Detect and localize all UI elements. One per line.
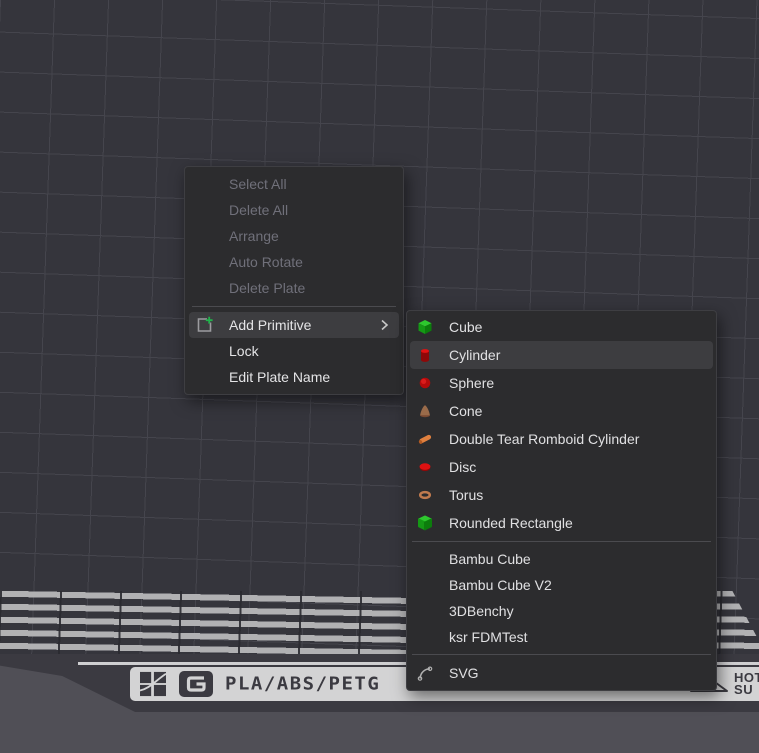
- hot-surface-warning-text: HOT SU: [734, 672, 759, 696]
- submenu-item-bambu-cube[interactable]: Bambu Cube: [407, 546, 716, 572]
- menu-item-add-primitive[interactable]: Add Primitive: [189, 312, 399, 338]
- slicer-3d-viewport[interactable]: PLA/ABS/PETG HOT SU Select All Delete Al…: [0, 0, 759, 753]
- svg-bezier-icon: [417, 665, 433, 681]
- icon-spacer: [417, 577, 433, 593]
- menu-separator: [192, 306, 396, 307]
- plate-material-label: PLA/ABS/PETG: [225, 674, 380, 694]
- submenu-item-cube[interactable]: Cube: [407, 313, 716, 341]
- plate-logo-pinwheel-icon: [139, 671, 167, 697]
- submenu-item-svg[interactable]: SVG: [407, 659, 716, 687]
- menu-item-arrange: Arrange: [185, 223, 403, 249]
- menu-item-delete-plate: Delete Plate: [185, 275, 403, 301]
- plate-context-menu: Select All Delete All Arrange Auto Rotat…: [184, 166, 404, 395]
- cylinder-icon: [417, 347, 433, 363]
- chevron-right-icon: [377, 318, 391, 332]
- cube-icon: [417, 319, 433, 335]
- torus-icon: [417, 487, 433, 503]
- submenu-item-bambu-cube-v2[interactable]: Bambu Cube V2: [407, 572, 716, 598]
- submenu-item-ksr-fdmtest[interactable]: ksr FDMTest: [407, 624, 716, 650]
- icon-spacer: [417, 551, 433, 567]
- submenu-item-3dbenchy[interactable]: 3DBenchy: [407, 598, 716, 624]
- icon-spacer: [417, 629, 433, 645]
- icon-spacer: [417, 603, 433, 619]
- menu-item-auto-rotate: Auto Rotate: [185, 249, 403, 275]
- submenu-separator: [412, 654, 711, 655]
- menu-item-lock[interactable]: Lock: [185, 338, 403, 364]
- submenu-item-disc[interactable]: Disc: [407, 453, 716, 481]
- add-primitive-submenu: Cube Cylinder Sphere Cone D: [406, 310, 717, 691]
- sphere-icon: [417, 375, 433, 391]
- menu-item-edit-plate-name[interactable]: Edit Plate Name: [185, 364, 403, 390]
- submenu-item-double-tear-romboid-cylinder[interactable]: Double Tear Romboid Cylinder: [407, 425, 716, 453]
- submenu-item-torus[interactable]: Torus: [407, 481, 716, 509]
- submenu-item-sphere[interactable]: Sphere: [407, 369, 716, 397]
- rounded-rectangle-icon: [417, 515, 433, 531]
- submenu-item-cylinder[interactable]: Cylinder: [410, 341, 713, 369]
- add-primitive-icon: [195, 316, 214, 335]
- submenu-separator: [412, 541, 711, 542]
- submenu-item-rounded-rectangle[interactable]: Rounded Rectangle: [407, 509, 716, 537]
- disc-icon: [417, 459, 433, 475]
- cone-icon: [417, 403, 433, 419]
- menu-item-select-all: Select All: [185, 171, 403, 197]
- submenu-item-cone[interactable]: Cone: [407, 397, 716, 425]
- menu-item-delete-all: Delete All: [185, 197, 403, 223]
- double-tear-romboid-cylinder-icon: [417, 431, 433, 447]
- plate-logo-badge-icon: [178, 670, 214, 698]
